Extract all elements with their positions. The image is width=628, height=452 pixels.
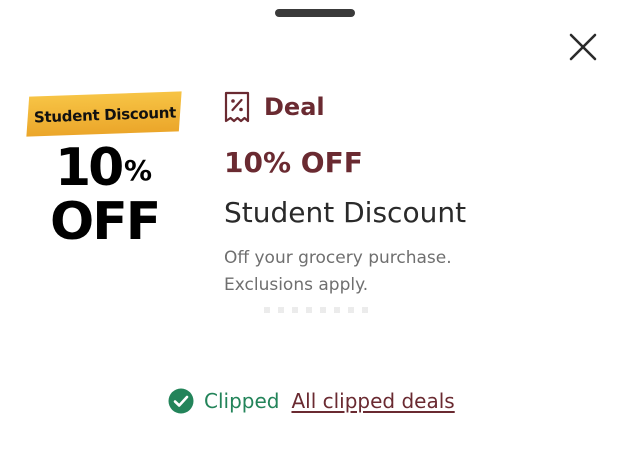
check-circle-icon (168, 388, 194, 414)
faded-divider (264, 307, 374, 313)
clipped-status-row: Clipped All clipped deals (168, 386, 455, 416)
deal-value: 10% OFF (224, 146, 363, 179)
offer-image-off-text: OFF (50, 192, 161, 252)
coupon-icon (224, 91, 250, 123)
offer-image: Student Discount 10 % OFF (24, 90, 192, 262)
all-clipped-deals-link[interactable]: All clipped deals (291, 389, 454, 413)
offer-image-banner-text: Student Discount (33, 103, 177, 127)
sheet-grabber-handle[interactable] (275, 9, 355, 17)
clipped-status-label: Clipped (204, 389, 280, 413)
offer-image-percent-number: 10 (55, 138, 124, 198)
offer-image-percent-sign: % (124, 154, 153, 187)
close-icon (569, 33, 597, 61)
deal-type: Deal (224, 90, 325, 124)
close-button[interactable] (566, 30, 600, 64)
deal-description: Off your grocery purchase. Exclusions ap… (224, 248, 452, 295)
deal-title: Student Discount (224, 196, 467, 229)
deal-detail-sheet: Student Discount 10 % OFF Deal 10% OFF S… (0, 0, 628, 452)
deal-type-label: Deal (264, 93, 325, 121)
